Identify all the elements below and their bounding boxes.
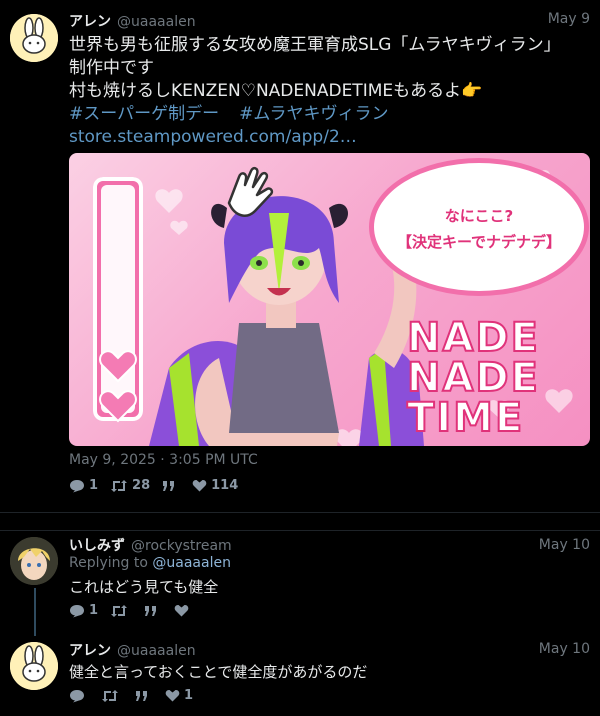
tweet-date[interactable]: May 10 — [539, 641, 590, 657]
replying-to-handle[interactable]: @uaaaalen — [152, 555, 231, 571]
character-illustration — [149, 196, 425, 446]
reply-bubble-icon — [70, 689, 84, 702]
author-handle[interactable]: @rockystream — [131, 538, 232, 554]
like-count: 1 — [184, 688, 194, 703]
like-button[interactable] — [174, 604, 193, 617]
like-button[interactable]: 114 — [192, 478, 238, 493]
reply-button[interactable]: 1 — [69, 603, 98, 618]
anime-boy-avatar-icon — [10, 537, 58, 585]
reply-bubble-icon — [70, 479, 84, 492]
tweet-text-line: 村も焼けるしKENZEN♡NADENADETIMEもあるよ👉 — [69, 81, 483, 101]
retweet-button[interactable]: 28 — [110, 478, 150, 493]
thread-connector — [34, 588, 36, 636]
author-line: いしみず @rockystream — [69, 535, 232, 555]
reply-count: 1 — [89, 478, 99, 493]
heart-icon — [165, 689, 180, 702]
promo-image-card[interactable]: なにここ? 【決定キーでナデナデ】 NADE NADE TIME — [69, 153, 590, 446]
tweet-text: これはどう見ても健全 — [69, 578, 219, 596]
heart-icon — [192, 479, 207, 492]
author-name[interactable]: アレン — [69, 643, 111, 659]
reply-button[interactable] — [69, 689, 89, 703]
tweet-stats: 1 — [69, 603, 205, 618]
petting-hand-cursor-icon — [227, 166, 274, 217]
hashtag-link[interactable]: #スーパーゲ制デー — [69, 104, 219, 124]
avatar[interactable] — [10, 642, 58, 690]
tweet-timestamp[interactable]: May 9, 2025 · 3:05 PM UTC — [69, 452, 258, 468]
tweet-date[interactable]: May 9 — [548, 11, 590, 27]
reply-button[interactable]: 1 — [69, 478, 98, 493]
avatar[interactable] — [10, 14, 58, 62]
bubble-text-line: なにここ? — [444, 207, 514, 225]
like-button[interactable]: 1 — [165, 688, 193, 703]
retweet-icon — [111, 604, 128, 617]
steam-url-link[interactable]: store.steampowered.com/app/2… — [69, 126, 594, 149]
quote-button[interactable] — [144, 605, 162, 617]
tweet-text: 健全と言っておくことで健全度があがるのだ — [69, 663, 368, 681]
bunny-avatar-icon — [10, 14, 58, 62]
quote-icon — [163, 480, 175, 491]
reply-bubble-icon — [70, 604, 84, 617]
tweet-date[interactable]: May 10 — [539, 537, 590, 553]
quote-icon — [136, 690, 147, 701]
replying-to: Replying to @uaaaalen — [69, 555, 231, 571]
author-handle[interactable]: @uaaaalen — [117, 643, 196, 659]
replying-to-label: Replying to — [69, 555, 153, 571]
retweet-icon — [102, 689, 118, 702]
tweet-stats: 1 — [69, 688, 205, 703]
reply-count: 1 — [89, 603, 99, 618]
heart-icon — [174, 604, 189, 617]
tweet-stats: 1 28 114 — [69, 478, 250, 493]
speech-bubble: なにここ? 【決定キーでナデナデ】 — [374, 163, 584, 291]
author-name[interactable]: アレン — [69, 14, 111, 30]
divider — [0, 512, 600, 513]
bubble-text-line: 【決定キーでナデナデ】 — [396, 233, 562, 251]
nadenade-logo-line: TIME — [406, 394, 525, 442]
retweet-button[interactable] — [101, 689, 123, 703]
author-line: アレン @uaaaalen — [69, 11, 196, 31]
hashtag-link[interactable]: #ムラヤキヴィラン — [239, 104, 388, 124]
author-line: アレン @uaaaalen — [69, 640, 196, 660]
like-count: 114 — [211, 478, 239, 493]
quote-icon — [145, 605, 157, 616]
retweet-icon — [111, 479, 128, 492]
tweet-text: 世界も男も征服する女攻め魔王軍育成SLG「ムラヤキヴィラン」 制作中です 村も焼… — [69, 34, 594, 149]
divider — [0, 530, 600, 531]
quote-button[interactable] — [135, 690, 153, 702]
quote-button[interactable] — [162, 480, 180, 492]
author-name[interactable]: いしみず — [69, 538, 125, 554]
avatar[interactable] — [10, 537, 58, 585]
retweet-count: 28 — [132, 478, 151, 493]
bunny-avatar-icon — [10, 642, 58, 690]
retweet-button[interactable] — [110, 604, 132, 618]
author-handle[interactable]: @uaaaalen — [117, 14, 196, 30]
tweet-text-line: 世界も男も征服する女攻め魔王軍育成SLG「ムラヤキヴィラン」 — [69, 35, 561, 55]
tweet-text-line: 制作中です — [69, 58, 154, 78]
